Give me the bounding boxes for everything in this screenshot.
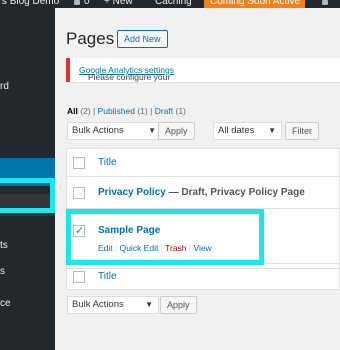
select-all-checkbox[interactable] <box>73 157 85 169</box>
bulk-actions-value: Bulk Actions <box>72 125 124 136</box>
column-title-sort-footer[interactable]: Title <box>98 271 117 282</box>
apply-button-top[interactable]: Apply <box>158 122 195 140</box>
view-published-link[interactable]: Published <box>98 106 135 116</box>
page-title-link[interactable]: Privacy Policy <box>98 187 166 198</box>
dropdown-caret-icon: ▼ <box>268 126 276 135</box>
comments-count[interactable]: 0 <box>84 0 90 8</box>
site-name-link[interactable]: 's Blog Demo <box>0 0 59 8</box>
view-published-count: (1) <box>137 106 148 116</box>
filter-button[interactable]: Filter <box>285 122 319 140</box>
sidebar-item-dashboard[interactable]: rd <box>0 81 9 92</box>
sidebar-item-appearance[interactable]: ce <box>0 298 11 309</box>
bulk-actions-select-bottom[interactable]: Bulk Actions ▼ <box>67 296 159 314</box>
column-title-sort[interactable]: Title <box>98 157 117 168</box>
caching-link[interactable]: Caching <box>155 0 192 8</box>
row-title: Privacy Policy — Draft, Privacy Policy P… <box>98 187 305 198</box>
notice-prefix: Please configure your <box>88 72 171 82</box>
comments-icon[interactable] <box>74 0 80 5</box>
toolbar-icon[interactable] <box>322 0 328 5</box>
apply-button-bottom[interactable]: Apply <box>160 296 197 314</box>
status-filter-links: All (2) | Published (1) | Draft (1) <box>67 106 186 116</box>
notice-suffix: ! <box>88 72 91 82</box>
page-title: Pages <box>66 29 115 48</box>
highlight-sample-page-row <box>66 209 264 265</box>
coming-soon-badge[interactable]: Coming Soon Active <box>204 0 305 8</box>
dropdown-caret-icon: ▼ <box>145 300 153 309</box>
bulk-actions-select-top[interactable]: Bulk Actions ▼ <box>67 122 162 140</box>
sidebar-item-themes[interactable]: s <box>0 266 5 277</box>
sidebar-item-comments[interactable]: ts <box>0 240 8 251</box>
post-state: — Draft, Privacy Policy Page <box>165 187 305 198</box>
dropdown-caret-icon: ▼ <box>148 126 156 135</box>
view-separator: | <box>93 106 96 116</box>
coming-soon-label: Coming Soon Active <box>210 0 301 7</box>
dates-filter-value: All dates <box>218 125 255 136</box>
view-draft-link[interactable]: Draft <box>155 106 173 116</box>
admin-bar: 's Blog Demo 0 + New Caching Coming Soon… <box>0 0 340 8</box>
dates-filter-select[interactable]: All dates ▼ <box>213 122 282 140</box>
notice-text: Please configure your Google Analytics s… <box>79 65 174 82</box>
table-header-row: Title <box>67 149 340 177</box>
table-row: Privacy Policy — Draft, Privacy Policy P… <box>67 177 340 209</box>
view-all-link[interactable]: All <box>67 106 78 116</box>
view-all-count: (2) <box>80 106 91 116</box>
bulk-actions-value: Bulk Actions <box>72 299 124 310</box>
row-checkbox[interactable] <box>73 187 85 199</box>
table-footer-row: Title <box>67 263 340 290</box>
view-draft-count: (1) <box>175 106 186 116</box>
select-all-checkbox-footer[interactable] <box>73 271 85 283</box>
highlight-sidebar-submenu <box>0 178 55 213</box>
view-separator: | <box>150 106 153 116</box>
analytics-notice: Please configure your Google Analytics s… <box>66 58 340 82</box>
add-new-button[interactable]: Add New <box>117 30 168 48</box>
new-content-link[interactable]: + New <box>104 0 133 8</box>
